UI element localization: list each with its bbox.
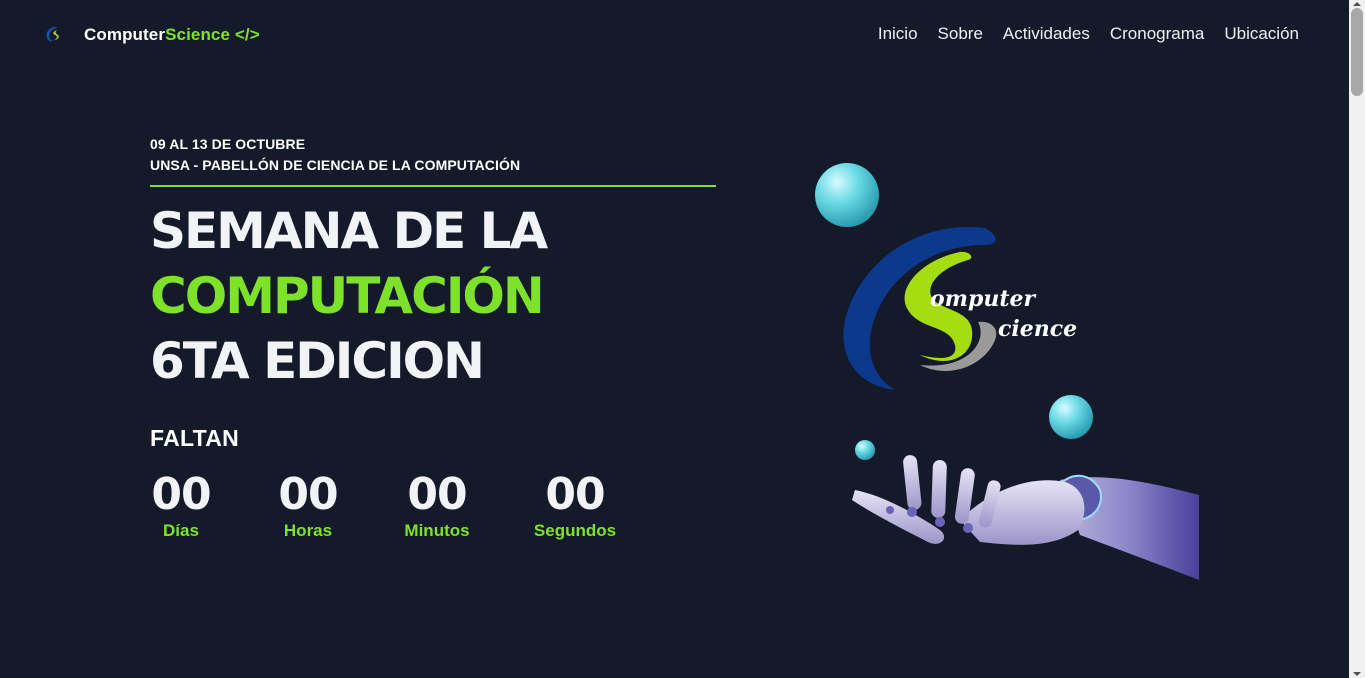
nav-item-cronograma[interactable]: Cronograma (1110, 22, 1205, 46)
countdown-minutes-label: Minutos (404, 521, 470, 540)
hero-info: 09 AL 13 DE OCTUBRE UNSA - PABELLÓN DE C… (150, 134, 716, 394)
hero-divider (150, 185, 716, 187)
countdown-heading: FALTAN (150, 425, 240, 451)
robot-hand (852, 455, 1199, 580)
countdown-hours: 00 Horas (276, 470, 340, 542)
countdown-minutes: 00 Minutos (400, 470, 474, 542)
hero-title: SEMANA DE LA COMPUTACIÓN 6TA EDICION (150, 199, 716, 394)
logo-text-science: cience (998, 316, 1077, 342)
hero-title-line1: SEMANA DE LA (150, 202, 548, 260)
logo-text-computer: omputer (930, 286, 1036, 312)
scroll-up-icon[interactable] (1353, 2, 1361, 6)
computer-science-logo-icon (46, 26, 59, 42)
event-place: UNSA - PABELLÓN DE CIENCIA DE LA COMPUTA… (150, 157, 521, 173)
nav-item-ubicacion[interactable]: Ubicación (1224, 22, 1299, 46)
brand-name: ComputerScience </> (84, 25, 260, 45)
computer-science-logo-icon: omputer cience (843, 226, 1077, 390)
navbar: ComputerScience </> Inicio Sobre Activid… (0, 0, 1349, 70)
sphere-medium (1049, 395, 1093, 439)
main-nav: Inicio Sobre Actividades Cronograma Ubic… (858, 22, 1299, 46)
countdown-seconds-value: 00 (545, 469, 605, 520)
robot-hand-illustration: omputer cience (815, 163, 1199, 580)
countdown-days: 00 Días (150, 470, 212, 542)
event-date: 09 AL 13 DE OCTUBRE (150, 136, 306, 152)
nav-item-sobre[interactable]: Sobre (938, 22, 983, 46)
page: ComputerScience </> Inicio Sobre Activid… (0, 0, 1365, 678)
countdown-minutes-value: 00 (407, 469, 467, 520)
countdown: 00 Días 00 Horas 00 Minutos 00 Segundos (150, 470, 650, 550)
scroll-down-icon[interactable] (1353, 672, 1361, 676)
nav-item-actividades[interactable]: Actividades (1003, 22, 1090, 46)
countdown-days-label: Días (163, 521, 199, 540)
sphere-large (815, 163, 879, 227)
brand-name-part1: Computer (84, 25, 166, 44)
scrollbar-thumb[interactable] (1351, 8, 1363, 96)
countdown-hours-value: 00 (278, 469, 338, 520)
brand-name-part2: Science </> (165, 25, 260, 44)
page-scrollbar[interactable] (1349, 0, 1365, 678)
sphere-small (855, 440, 875, 460)
countdown-hours-label: Horas (283, 521, 333, 540)
hero-title-line2: COMPUTACIÓN (150, 267, 545, 325)
countdown-heading-wrap: FALTAN (150, 425, 239, 452)
countdown-days-value: 00 (151, 469, 211, 520)
countdown-seconds: 00 Segundos (532, 470, 618, 542)
hero-illustration: omputer cience (800, 150, 1220, 590)
hero-title-line3: 6TA EDICION (150, 332, 485, 390)
brand-link[interactable]: ComputerScience </> (42, 22, 260, 48)
nav-item-inicio[interactable]: Inicio (878, 22, 918, 46)
countdown-seconds-label: Segundos (533, 521, 617, 540)
